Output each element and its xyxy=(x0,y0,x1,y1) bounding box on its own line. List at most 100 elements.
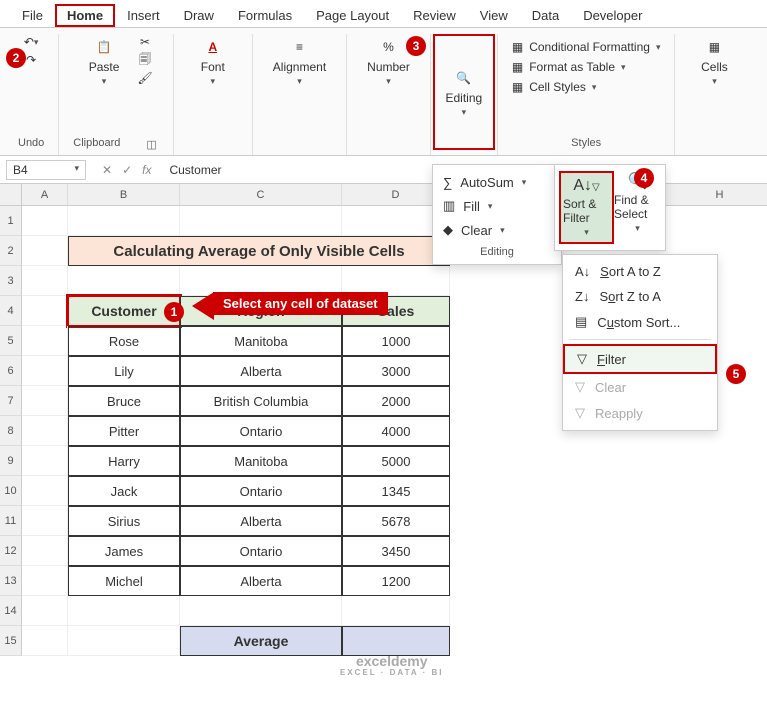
row-6[interactable]: 6 xyxy=(0,356,22,386)
custom-sort-item[interactable]: ▤Custom Sort... xyxy=(563,309,717,335)
cell[interactable]: Ontario xyxy=(180,476,342,506)
cell[interactable] xyxy=(22,356,68,386)
format-painter-icon[interactable]: 🖌 xyxy=(137,70,153,86)
row-5[interactable]: 5 xyxy=(0,326,22,356)
enter-icon[interactable]: ✓ xyxy=(122,163,132,177)
cell[interactable]: Manitoba xyxy=(180,326,342,356)
sort-filter-button[interactable]: A↓▽ Sort & Filter▾ xyxy=(559,171,614,244)
cell[interactable] xyxy=(22,206,68,236)
cell[interactable] xyxy=(22,236,68,266)
cell[interactable] xyxy=(68,266,180,296)
format-as-table-button[interactable]: ▦Format as Table▾ xyxy=(512,60,661,74)
col-C[interactable]: C xyxy=(180,184,342,206)
cell[interactable] xyxy=(22,296,68,326)
tab-insert[interactable]: Insert xyxy=(115,4,172,27)
cell[interactable]: Alberta xyxy=(180,566,342,596)
editing-button[interactable]: 🔍 Editing ▾ xyxy=(439,65,489,120)
cell[interactable]: 1345 xyxy=(342,476,450,506)
filter-item[interactable]: ▽Filter xyxy=(563,344,717,374)
cell[interactable]: 5678 xyxy=(342,506,450,536)
average-label-cell[interactable]: Average xyxy=(180,626,342,656)
cell[interactable] xyxy=(22,596,68,626)
cell[interactable]: Alberta xyxy=(180,356,342,386)
cell[interactable]: James xyxy=(68,536,180,566)
cut-icon[interactable]: ✂ xyxy=(137,34,153,50)
cell[interactable] xyxy=(22,326,68,356)
fx-icon[interactable]: fx xyxy=(142,163,151,177)
cell[interactable] xyxy=(22,266,68,296)
clipboard-launcher-icon[interactable]: ◫ xyxy=(144,136,158,153)
cell[interactable] xyxy=(22,386,68,416)
cell[interactable]: British Columbia xyxy=(180,386,342,416)
cell[interactable]: 1200 xyxy=(342,566,450,596)
cell[interactable]: 4000 xyxy=(342,416,450,446)
select-all-corner[interactable] xyxy=(0,184,22,206)
row-2[interactable]: 2 xyxy=(0,236,22,266)
cell[interactable]: Lily xyxy=(68,356,180,386)
row-4[interactable]: 4 xyxy=(0,296,22,326)
tab-view[interactable]: View xyxy=(468,4,520,27)
cell[interactable] xyxy=(22,506,68,536)
cells-button[interactable]: ▦ Cells ▾ xyxy=(689,34,739,89)
cell[interactable]: Sirius xyxy=(68,506,180,536)
cell[interactable]: Pitter xyxy=(68,416,180,446)
cell[interactable]: Bruce xyxy=(68,386,180,416)
tab-data[interactable]: Data xyxy=(520,4,571,27)
cell[interactable]: 5000 xyxy=(342,446,450,476)
cell[interactable]: Michel xyxy=(68,566,180,596)
row-10[interactable]: 10 xyxy=(0,476,22,506)
cell[interactable]: Harry xyxy=(68,446,180,476)
row-12[interactable]: 12 xyxy=(0,536,22,566)
row-13[interactable]: 13 xyxy=(0,566,22,596)
col-B[interactable]: B xyxy=(68,184,180,206)
col-H[interactable]: H xyxy=(664,184,767,206)
cell[interactable]: Manitoba xyxy=(180,446,342,476)
name-box[interactable]: B4 ▾ xyxy=(6,160,86,180)
cell[interactable] xyxy=(68,206,180,236)
cell-styles-button[interactable]: ▦Cell Styles▾ xyxy=(512,80,661,94)
cell[interactable] xyxy=(22,566,68,596)
copy-icon[interactable]: 🗐 xyxy=(137,52,153,68)
fill-item[interactable]: ▥Fill▾ xyxy=(433,194,561,218)
font-button[interactable]: A Font ▾ xyxy=(188,34,238,89)
tab-home[interactable]: Home xyxy=(55,4,115,27)
cell[interactable] xyxy=(22,626,68,656)
cell[interactable] xyxy=(68,626,180,656)
row-1[interactable]: 1 xyxy=(0,206,22,236)
cancel-icon[interactable]: ✕ xyxy=(102,163,112,177)
cell[interactable]: 3000 xyxy=(342,356,450,386)
cell[interactable] xyxy=(342,626,450,656)
row-15[interactable]: 15 xyxy=(0,626,22,656)
row-14[interactable]: 14 xyxy=(0,596,22,626)
paste-button[interactable]: 📋 Paste ▾ xyxy=(79,34,129,89)
conditional-formatting-button[interactable]: ▦Conditional Formatting▾ xyxy=(512,40,661,54)
tab-developer[interactable]: Developer xyxy=(571,4,654,27)
clear-item[interactable]: ◆Clear▾ xyxy=(433,218,561,242)
tab-file[interactable]: File xyxy=(10,4,55,27)
title-cell[interactable]: Calculating Average of Only Visible Cell… xyxy=(68,236,450,266)
cell[interactable] xyxy=(22,416,68,446)
cell[interactable]: 1000 xyxy=(342,326,450,356)
cell[interactable] xyxy=(22,536,68,566)
cell[interactable] xyxy=(180,596,342,626)
cell[interactable] xyxy=(68,596,180,626)
cell[interactable]: Ontario xyxy=(180,416,342,446)
cell[interactable] xyxy=(22,446,68,476)
row-3[interactable]: 3 xyxy=(0,266,22,296)
row-8[interactable]: 8 xyxy=(0,416,22,446)
row-7[interactable]: 7 xyxy=(0,386,22,416)
tab-review[interactable]: Review xyxy=(401,4,468,27)
cell[interactable]: Alberta xyxy=(180,506,342,536)
cell[interactable] xyxy=(22,476,68,506)
cell[interactable] xyxy=(180,206,342,236)
row-11[interactable]: 11 xyxy=(0,506,22,536)
tab-draw[interactable]: Draw xyxy=(172,4,226,27)
cell[interactable] xyxy=(342,596,450,626)
undo-icon[interactable]: ↶▾ xyxy=(23,34,39,50)
sort-az-item[interactable]: A↓Sort A to Z xyxy=(563,259,717,284)
col-A[interactable]: A xyxy=(22,184,68,206)
cell[interactable]: Jack xyxy=(68,476,180,506)
sort-za-item[interactable]: Z↓Sort Z to A xyxy=(563,284,717,309)
row-9[interactable]: 9 xyxy=(0,446,22,476)
autosum-item[interactable]: ∑AutoSum▾ xyxy=(433,171,561,194)
